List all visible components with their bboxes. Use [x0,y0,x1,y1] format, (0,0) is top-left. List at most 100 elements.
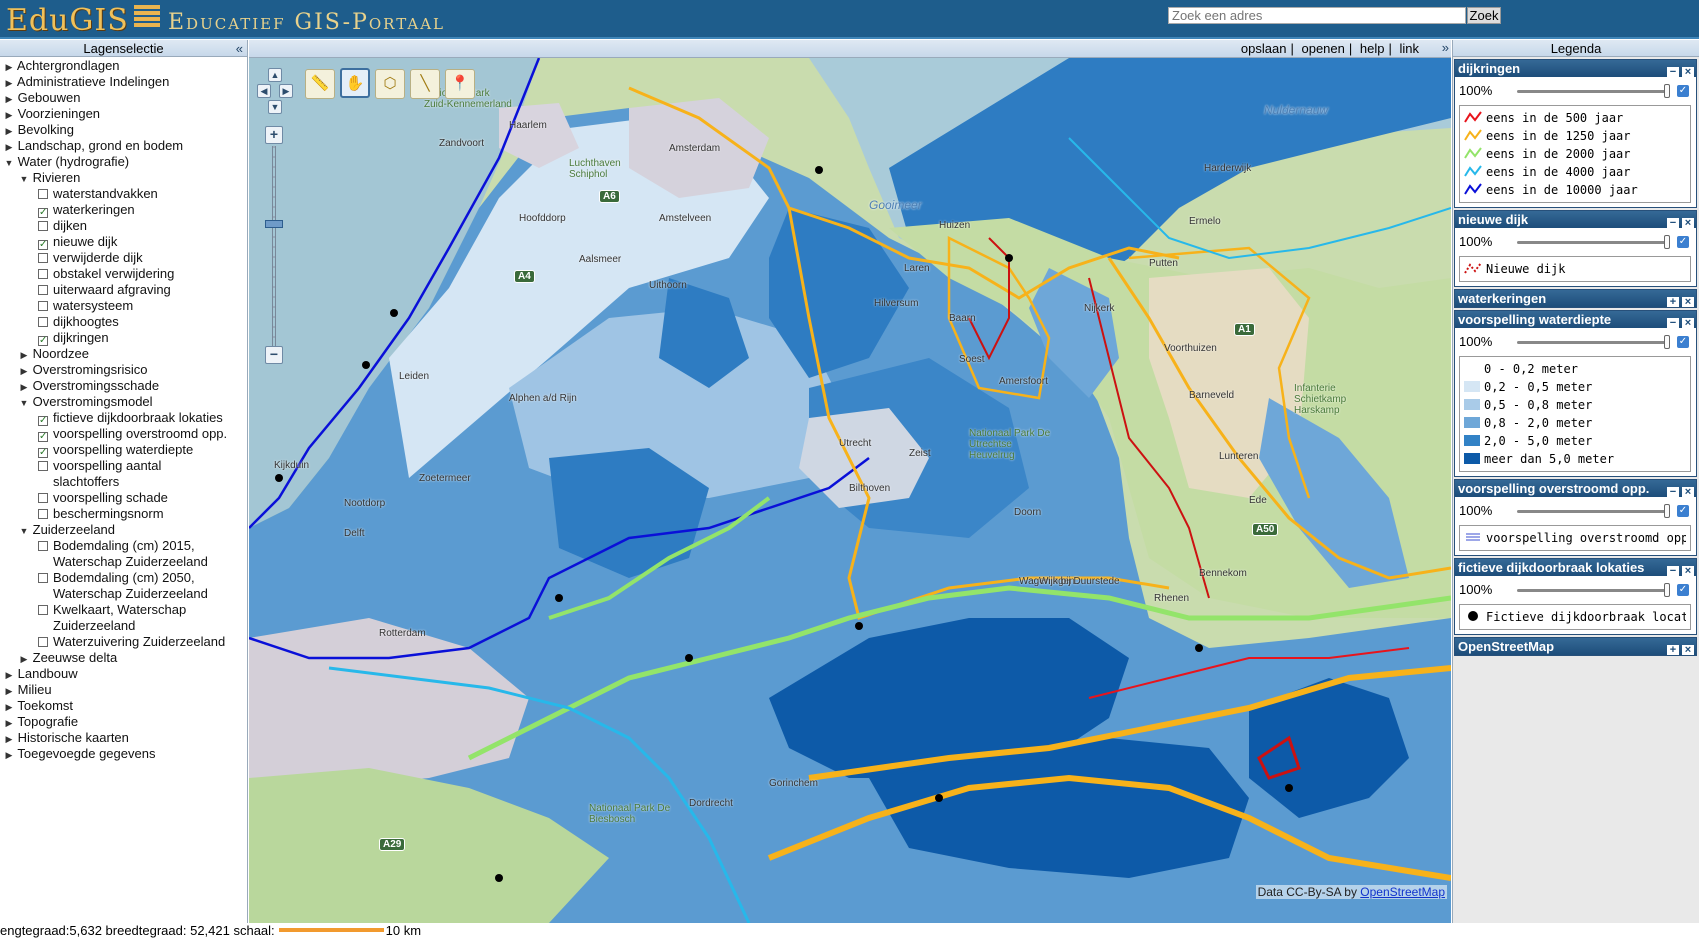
zoom-track[interactable] [272,146,276,346]
opacity-slider[interactable] [1517,510,1669,513]
collapsed-arrow-icon[interactable]: ▶ [4,91,14,107]
opacity-slider[interactable] [1517,241,1669,244]
tree-layer[interactable]: Bodemdaling (cm) 2015, [0,538,247,554]
close-icon[interactable]: × [1682,645,1694,655]
collapsed-arrow-icon[interactable]: ▶ [4,123,14,139]
tree-layer[interactable]: ✓ voorspelling overstroomd opp. [0,426,247,442]
tree-folder[interactable]: ▶ Landbouw [0,666,247,682]
layer-checkbox[interactable] [38,509,48,519]
expand-icon[interactable]: + [1667,297,1679,307]
collapsed-arrow-icon[interactable]: ▶ [19,379,29,395]
collapsed-arrow-icon[interactable]: ▶ [4,75,14,91]
collapsed-arrow-icon[interactable]: ▶ [4,715,14,731]
layer-checkbox[interactable] [38,189,48,199]
collapse-icon[interactable]: − [1667,566,1679,576]
tree-layer[interactable]: verwijderde dijk [0,250,247,266]
tree-folder[interactable]: ▶ Voorzieningen [0,106,247,122]
tree-folder[interactable]: ▶ Historische kaarten [0,730,247,746]
expanded-arrow-icon[interactable]: ▼ [4,155,14,171]
zoom-out-button[interactable]: − [265,346,283,364]
tree-folder[interactable]: ▶ Gebouwen [0,90,247,106]
layer-checkbox[interactable] [38,269,48,279]
tree-folder[interactable]: ▶ Overstromingsrisico [0,362,247,378]
layer-checkbox[interactable]: ✓ [38,336,48,346]
collapse-icon[interactable]: − [1667,218,1679,228]
tree-folder[interactable]: ▶ Administratieve Indelingen [0,74,247,90]
tree-folder[interactable]: ▶ Bevolking [0,122,247,138]
visibility-checkbox[interactable]: ✓ [1677,584,1689,596]
layer-checkbox[interactable] [38,493,48,503]
close-icon[interactable]: × [1682,318,1694,328]
layer-checkbox[interactable]: ✓ [38,416,48,426]
collapsed-arrow-icon[interactable]: ▶ [4,699,14,715]
tree-layer[interactable]: waterstandvakken [0,186,247,202]
collapsed-arrow-icon[interactable]: ▶ [4,667,14,683]
tree-folder[interactable]: ▶ Zeeuwse delta [0,650,247,666]
legend-block-title[interactable]: nieuwe dijk − × [1455,211,1696,228]
zoom-handle[interactable] [265,220,283,228]
edugis-logo[interactable]: EduGIS [6,3,129,38]
help-link[interactable]: help [1360,41,1385,56]
collapsed-arrow-icon[interactable]: ▶ [19,347,29,363]
layer-checkbox[interactable] [38,221,48,231]
pan-right-button[interactable]: ▶ [279,84,293,98]
opacity-slider[interactable] [1517,341,1669,344]
opacity-slider-handle[interactable] [1664,504,1670,518]
tree-folder[interactable]: ▶ Noordzee [0,346,247,362]
tree-folder[interactable]: ▶ Toegevoegde gegevens [0,746,247,762]
layer-checkbox[interactable] [38,461,48,471]
close-icon[interactable]: × [1682,487,1694,497]
tree-layer[interactable]: obstakel verwijdering [0,266,247,282]
save-link[interactable]: opslaan [1241,41,1287,56]
tree-folder[interactable]: ▶ Overstromingsschade [0,378,247,394]
collapsed-arrow-icon[interactable]: ▶ [19,363,29,379]
layer-checkbox[interactable] [38,605,48,615]
legend-block-title[interactable]: OpenStreetMap + × [1455,638,1696,655]
layer-checkbox[interactable] [38,541,48,551]
tree-folder[interactable]: ▶ Landschap, grond en bodem [0,138,247,154]
layer-checkbox[interactable]: ✓ [38,432,48,442]
layer-checkbox[interactable] [38,637,48,647]
expanded-arrow-icon[interactable]: ▼ [19,395,29,411]
visibility-checkbox[interactable]: ✓ [1677,336,1689,348]
legend-block-title[interactable]: waterkeringen + × [1455,290,1696,307]
layer-checkbox[interactable] [38,253,48,263]
tree-layer[interactable]: ✓ voorspelling waterdiepte [0,442,247,458]
layer-checkbox[interactable]: ✓ [38,208,48,218]
collapse-panel-icon[interactable]: « [236,40,243,57]
line-tool[interactable]: ╲ [410,69,440,99]
pan-left-button[interactable]: ◀ [257,84,271,98]
layer-checkbox[interactable] [38,317,48,327]
tree-layer[interactable]: ✓ waterkeringen [0,202,247,218]
close-icon[interactable]: × [1682,566,1694,576]
tree-folder[interactable]: ▼ Zuiderzeeland [0,522,247,538]
opacity-slider-handle[interactable] [1664,335,1670,349]
layer-checkbox[interactable] [38,285,48,295]
expanded-arrow-icon[interactable]: ▼ [19,523,29,539]
tree-layer[interactable]: dijkhoogtes [0,314,247,330]
pan-down-button[interactable]: ▼ [268,100,282,114]
tree-layer[interactable]: ✓ fictieve dijkdoorbraak lokaties [0,410,247,426]
tree-layer[interactable]: Waterzuivering Zuiderzeeland [0,634,247,650]
tree-folder[interactable]: ▼ Rivieren [0,170,247,186]
collapsed-arrow-icon[interactable]: ▶ [4,107,14,123]
tree-layer[interactable]: voorspelling schade [0,490,247,506]
osm-attribution-link[interactable]: OpenStreetMap [1360,885,1445,899]
opacity-slider[interactable] [1517,90,1669,93]
layer-checkbox[interactable]: ✓ [38,448,48,458]
visibility-checkbox[interactable]: ✓ [1677,236,1689,248]
collapsed-arrow-icon[interactable]: ▶ [4,683,14,699]
tree-layer[interactable]: voorspelling aantal [0,458,247,474]
layer-checkbox[interactable] [38,301,48,311]
collapsed-arrow-icon[interactable]: ▶ [4,731,14,747]
address-search-input[interactable] [1168,7,1466,24]
tree-layer[interactable]: beschermingsnorm [0,506,247,522]
opacity-slider-handle[interactable] [1664,84,1670,98]
zoom-in-button[interactable]: + [265,126,283,144]
tree-layer[interactable]: uiterwaard afgraving [0,282,247,298]
tree-folder[interactable]: ▶ Topografie [0,714,247,730]
collapse-icon[interactable]: − [1667,318,1679,328]
collapsed-arrow-icon[interactable]: ▶ [19,651,29,667]
share-link[interactable]: link [1399,41,1419,56]
tree-folder[interactable]: ▶ Toekomst [0,698,247,714]
